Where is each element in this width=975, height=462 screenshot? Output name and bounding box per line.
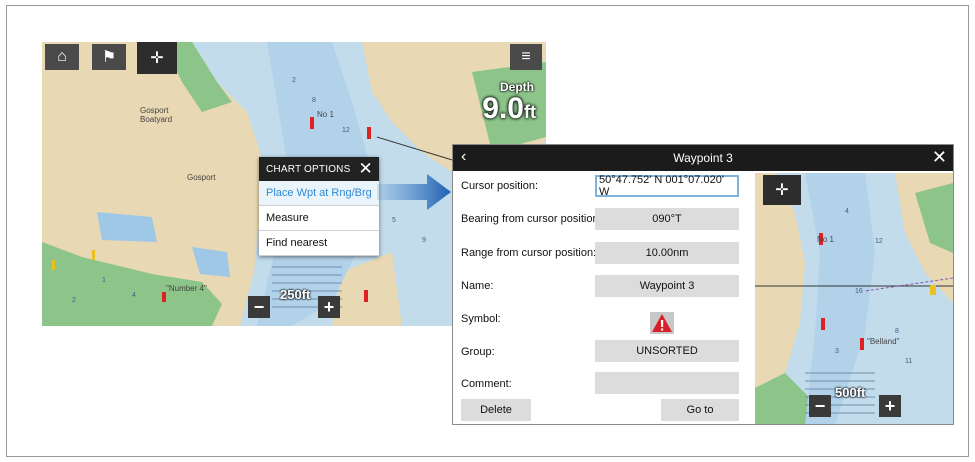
svg-text:8: 8 xyxy=(895,328,899,335)
name-field[interactable]: Waypoint 3 xyxy=(595,275,739,297)
chart-options-header: CHART OPTIONS ✕ xyxy=(259,157,379,181)
svg-text:4: 4 xyxy=(845,208,849,215)
range-field[interactable]: 10.00nm xyxy=(595,242,739,264)
group-field[interactable]: UNSORTED xyxy=(595,340,739,362)
vessel-position-button[interactable]: ✛ xyxy=(137,42,177,74)
waypoint-mini-chart[interactable]: 4 12 16 8 3 11 ✛ No 1 "Belland" 500ft − + xyxy=(755,173,953,424)
place-label-no1: No 1 xyxy=(317,110,334,119)
zoom-in-button[interactable]: + xyxy=(318,296,340,318)
home-icon: ⌂ xyxy=(57,48,67,65)
place-label-no1: No 1 xyxy=(817,235,834,244)
svg-text:3: 3 xyxy=(835,348,839,355)
menu-item-measure[interactable]: Measure xyxy=(259,206,379,231)
svg-text:2: 2 xyxy=(72,297,76,304)
cursor-position-label: Cursor position: xyxy=(461,180,539,192)
zoom-out-button[interactable]: − xyxy=(809,395,831,417)
menu-icon: ≡ xyxy=(521,48,531,65)
place-label-boatyard: Gosport Boatyard xyxy=(140,106,173,124)
vessel-position-icon: ✛ xyxy=(775,182,789,199)
dialog-header: ‹ Waypoint 3 ✕ xyxy=(453,145,953,171)
svg-text:4: 4 xyxy=(132,292,136,299)
cursor-position-field[interactable]: 50°47.752' N 001°07.020' W xyxy=(595,174,739,198)
svg-text:2: 2 xyxy=(292,77,296,84)
menu-button[interactable]: ≡ xyxy=(510,44,542,70)
comment-field[interactable] xyxy=(595,372,739,394)
depth-readout: 9.0ft xyxy=(482,92,536,125)
flow-arrow-icon xyxy=(377,174,451,210)
bearing-label: Bearing from cursor position: xyxy=(461,213,602,225)
bearing-field[interactable]: 090°T xyxy=(595,208,739,230)
symbol-label: Symbol: xyxy=(461,313,501,325)
menu-item-place-wpt[interactable]: Place Wpt at Rng/Brg xyxy=(259,181,379,206)
home-button[interactable]: ⌂ xyxy=(45,44,79,70)
place-label-number4: "Number 4" xyxy=(166,284,207,293)
dialog-title: Waypoint 3 xyxy=(673,151,733,165)
warning-symbol-icon[interactable] xyxy=(650,312,674,334)
vessel-position-icon: ✛ xyxy=(150,50,164,67)
svg-text:1: 1 xyxy=(102,277,106,284)
scale-label: 500ft xyxy=(835,385,866,400)
svg-text:12: 12 xyxy=(342,127,350,134)
svg-text:16: 16 xyxy=(855,288,863,295)
close-icon[interactable]: ✕ xyxy=(932,147,947,168)
svg-text:5: 5 xyxy=(392,217,396,224)
svg-text:9: 9 xyxy=(422,237,426,244)
comment-label: Comment: xyxy=(461,378,512,390)
svg-text:8: 8 xyxy=(312,97,316,104)
delete-button[interactable]: Delete xyxy=(461,399,531,421)
vessel-position-button[interactable]: ✛ xyxy=(763,175,801,205)
zoom-out-button[interactable]: − xyxy=(248,296,270,318)
zoom-in-button[interactable]: + xyxy=(879,395,901,417)
menu-item-find-nearest[interactable]: Find nearest xyxy=(259,231,379,256)
chart-options-menu: CHART OPTIONS ✕ Place Wpt at Rng/Brg Mea… xyxy=(259,157,379,256)
group-label: Group: xyxy=(461,346,495,358)
waypoint-list-icon: ⚑ xyxy=(101,49,117,66)
place-label-belland: "Belland" xyxy=(867,337,900,346)
svg-text:11: 11 xyxy=(905,358,912,365)
svg-text:12: 12 xyxy=(875,238,883,245)
goto-button[interactable]: Go to xyxy=(661,399,739,421)
range-label: Range from cursor position: xyxy=(461,247,597,259)
waypoint-list-button[interactable]: ⚑ xyxy=(92,44,126,70)
chart-options-title: CHART OPTIONS xyxy=(266,163,351,175)
name-label: Name: xyxy=(461,280,494,292)
place-label-gosport: Gosport xyxy=(187,173,216,182)
close-icon[interactable]: ✕ xyxy=(359,159,373,179)
waypoint-dialog: ‹ Waypoint 3 ✕ Cursor position: 50°47.75… xyxy=(452,144,954,425)
scale-label: 250ft xyxy=(280,287,311,302)
